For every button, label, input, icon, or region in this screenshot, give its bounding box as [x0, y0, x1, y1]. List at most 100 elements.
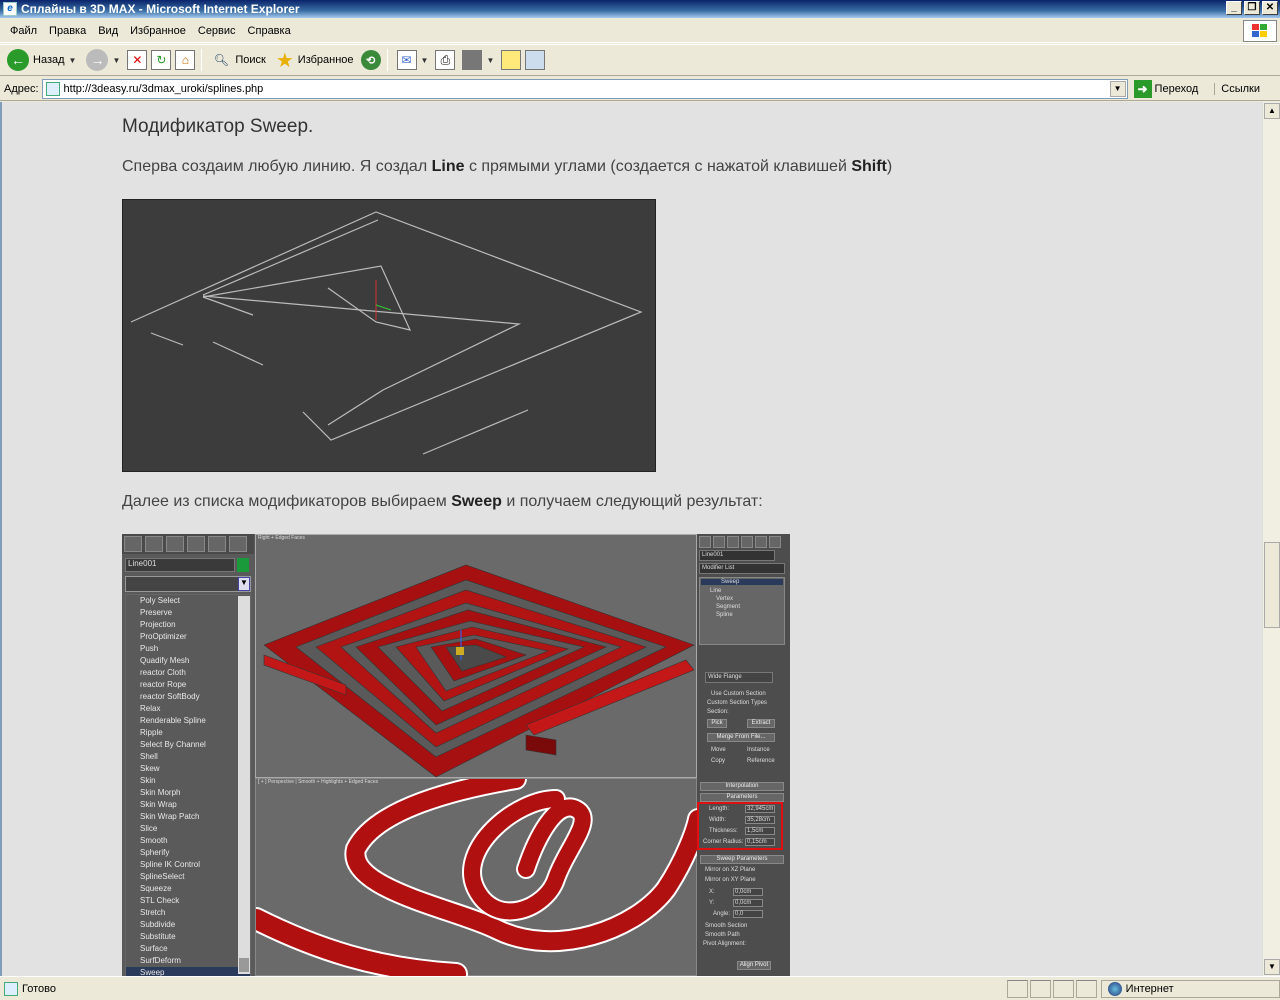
menu-tools[interactable]: Сервис — [192, 25, 242, 37]
modifier-list-item[interactable]: Subdivide — [126, 919, 250, 931]
scroll-down-icon[interactable]: ▼ — [1264, 959, 1280, 975]
links-button[interactable]: Ссылки — [1214, 82, 1260, 95]
viewport-perspective[interactable]: [ + ] Perspective | Smooth + Highlights … — [244, 768, 709, 976]
modifier-list-item[interactable]: SurfDeform — [126, 955, 250, 967]
discuss-icon[interactable] — [501, 50, 522, 70]
length-spinner[interactable]: 32,945cm — [745, 805, 775, 813]
history-icon[interactable]: ⟲ — [360, 50, 381, 70]
motion-tab-icon[interactable] — [187, 536, 205, 552]
display-tab-icon[interactable] — [208, 536, 226, 552]
sweep-parameters-rollout[interactable]: Sweep Parameters — [700, 855, 784, 864]
modifier-list-item[interactable]: Poly Select — [126, 595, 250, 607]
width-spinner[interactable]: 35,28cm — [745, 816, 775, 824]
thickness-spinner[interactable]: 1,5cm — [745, 827, 775, 835]
angle-spinner[interactable]: 0,0 — [733, 910, 763, 918]
modifier-stack[interactable]: Sweep Line Vertex Segment Spline — [699, 577, 785, 645]
modifier-list-item[interactable]: Stretch — [126, 907, 250, 919]
menu-file[interactable]: Файл — [4, 25, 43, 37]
modify-tab-icon[interactable] — [713, 536, 725, 548]
hierarchy-tab-icon[interactable] — [166, 536, 184, 552]
edit-button[interactable]: ▼ — [459, 47, 497, 73]
align-pivot-button[interactable]: Align Pivot — [737, 961, 771, 970]
modifier-list-item[interactable]: Projection — [126, 619, 250, 631]
modifier-list-item[interactable]: Spline IK Control — [126, 859, 250, 871]
modifier-list-dropdown[interactable]: ▼ — [125, 576, 251, 592]
modifier-list-item[interactable]: Skew — [126, 763, 250, 775]
modifier-list-item[interactable]: reactor Rope — [126, 679, 250, 691]
home-icon[interactable]: ⌂ — [175, 50, 196, 70]
stop-icon[interactable]: ✕ — [127, 50, 148, 70]
display-tab-icon[interactable] — [755, 536, 767, 548]
x-offset-spinner[interactable]: 0,0cm — [733, 888, 763, 896]
modifier-list-scrollbar[interactable] — [238, 596, 250, 974]
parameters-rollout[interactable]: Parameters — [700, 793, 784, 802]
mail-button[interactable]: ✉ ▼ — [394, 47, 432, 73]
modifier-list-item[interactable]: Skin Wrap — [126, 799, 250, 811]
stack-segment[interactable]: Segment — [716, 604, 740, 610]
modifier-list-item[interactable]: Skin Wrap Patch — [126, 811, 250, 823]
modifier-list-item[interactable]: Shell — [126, 751, 250, 763]
extract-button[interactable]: Extract — [747, 719, 775, 728]
stack-line[interactable]: Line — [710, 588, 721, 594]
modifier-list-item[interactable]: Substitute — [126, 931, 250, 943]
instance-radio[interactable]: Instance — [747, 747, 770, 753]
modifier-list-item[interactable]: Renderable Spline — [126, 715, 250, 727]
close-button[interactable]: ✕ — [1262, 1, 1278, 15]
forward-dropdown-icon[interactable]: ▼ — [112, 56, 120, 65]
panel-modifier-list[interactable]: Modifier List — [699, 563, 785, 574]
stack-spline[interactable]: Spline — [716, 612, 733, 618]
search-button[interactable]: 🔍︎ Поиск — [208, 47, 268, 73]
messenger-icon[interactable] — [525, 50, 546, 70]
modify-tab-icon[interactable] — [145, 536, 163, 552]
mirror-xz-checkbox[interactable]: Mirror on XZ Plane — [705, 867, 755, 873]
modifier-list-item[interactable]: ProOptimizer — [126, 631, 250, 643]
modifier-list-item[interactable]: Surface — [126, 943, 250, 955]
modifier-list-item[interactable]: Sweep — [126, 967, 250, 976]
modifier-list-item[interactable]: Smooth — [126, 835, 250, 847]
refresh-icon[interactable]: ↻ — [151, 50, 172, 70]
menu-help[interactable]: Справка — [242, 25, 297, 37]
page-scrollbar[interactable]: ▲ ▼ — [1262, 102, 1280, 976]
interpolation-rollout[interactable]: Interpolation — [700, 782, 784, 791]
menu-view[interactable]: Вид — [92, 25, 124, 37]
create-tab-icon[interactable] — [124, 536, 142, 552]
modifier-list-item[interactable]: Ripple — [126, 727, 250, 739]
object-name-field[interactable]: Line001 — [125, 558, 235, 572]
address-input[interactable]: http://3deasy.ru/3dmax_uroki/splines.php… — [41, 78, 1128, 99]
go-button[interactable]: ➜ Переход — [1133, 79, 1198, 98]
modifier-list-item[interactable]: Skin Morph — [126, 787, 250, 799]
reference-radio[interactable]: Reference — [747, 758, 775, 764]
create-tab-icon[interactable] — [699, 536, 711, 548]
move-radio[interactable]: Move — [711, 747, 726, 753]
menu-edit[interactable]: Правка — [43, 25, 92, 37]
menu-favorites[interactable]: Избранное — [124, 25, 192, 37]
modifier-list-item[interactable]: reactor SoftBody — [126, 691, 250, 703]
scroll-up-icon[interactable]: ▲ — [1264, 103, 1280, 119]
stack-sweep[interactable]: Sweep — [701, 579, 783, 585]
modifier-list-item[interactable]: Squeeze — [126, 883, 250, 895]
merge-button[interactable]: Merge From File... — [707, 733, 775, 742]
modifier-list-item[interactable]: Quadify Mesh — [126, 655, 250, 667]
favorites-button[interactable]: ★ Избранное — [273, 47, 357, 73]
modifier-list-item[interactable]: Skin — [126, 775, 250, 787]
scroll-thumb[interactable] — [239, 958, 249, 972]
modifier-list-item[interactable]: reactor Cloth — [126, 667, 250, 679]
back-button[interactable]: ← Назад ▼ — [4, 47, 79, 73]
mail-dropdown-icon[interactable]: ▼ — [421, 56, 429, 65]
modifier-list-item[interactable]: Preserve — [126, 607, 250, 619]
modifier-list-item[interactable]: Push — [126, 643, 250, 655]
y-offset-spinner[interactable]: 0,0cm — [733, 899, 763, 907]
modifier-list-item[interactable]: Spherify — [126, 847, 250, 859]
use-custom-section[interactable]: Use Custom Section — [711, 691, 766, 697]
back-dropdown-icon[interactable]: ▼ — [69, 56, 77, 65]
restore-button[interactable]: ❐ — [1244, 1, 1260, 15]
modifier-list-item[interactable]: Slice — [126, 823, 250, 835]
minimize-button[interactable]: _ — [1226, 1, 1242, 15]
corner-radius-spinner[interactable]: 0,15cm — [745, 838, 775, 846]
scroll-thumb[interactable] — [1264, 542, 1280, 628]
modifier-list-item[interactable]: STL Check — [126, 895, 250, 907]
copy-radio[interactable]: Copy — [711, 758, 725, 764]
pick-button[interactable]: Pick — [707, 719, 727, 728]
mirror-xy-checkbox[interactable]: Mirror on XY Plane — [705, 877, 756, 883]
hierarchy-tab-icon[interactable] — [727, 536, 739, 548]
